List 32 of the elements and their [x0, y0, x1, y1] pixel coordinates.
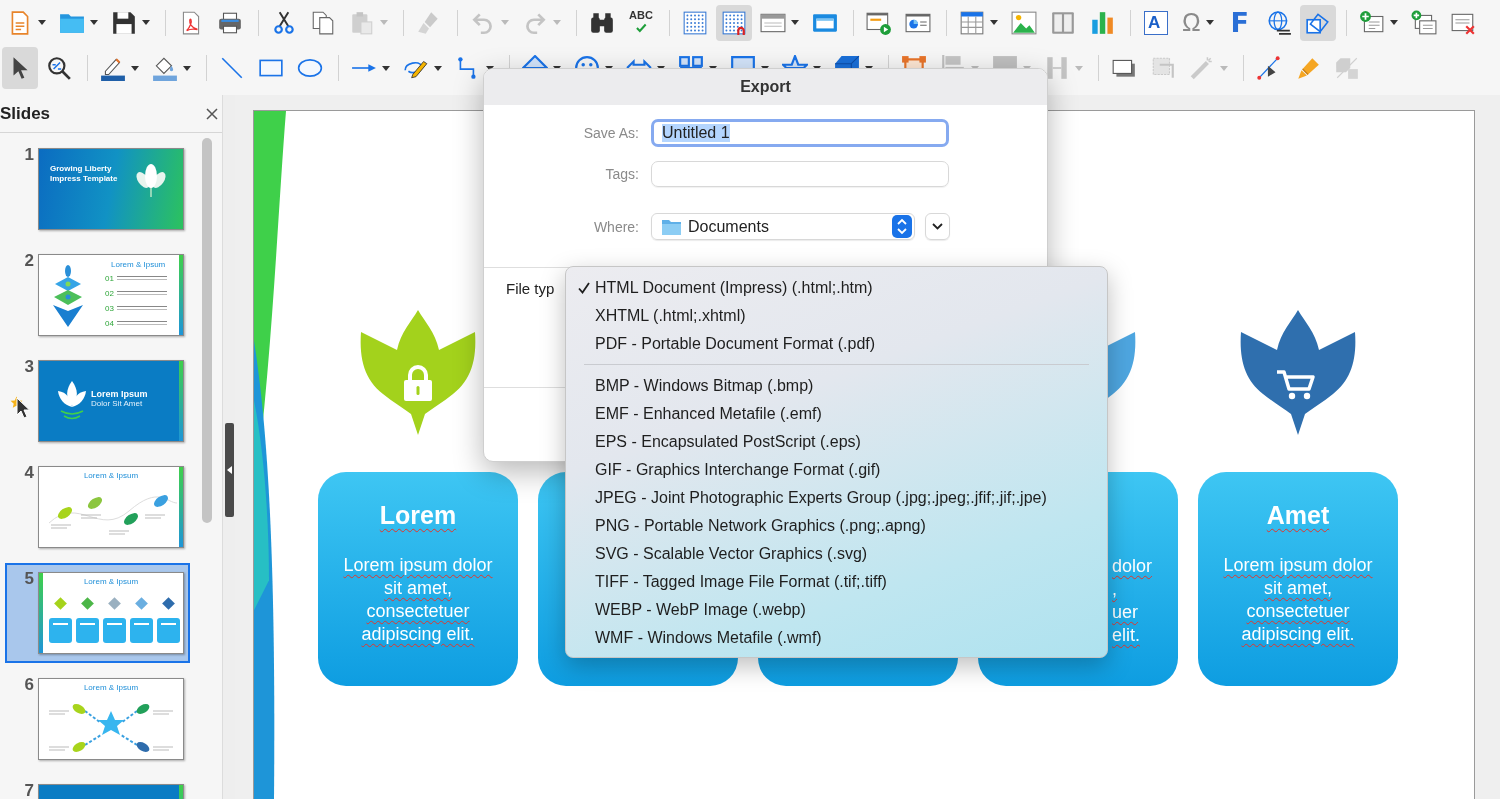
slide-number: 6: [24, 676, 34, 694]
slide-subtitle: Dolor Sit Amet: [91, 399, 144, 409]
card-text-fragment: elit.: [1112, 624, 1140, 647]
slide-number: 5: [24, 570, 34, 588]
card-text: Lorem ipsum dolor sit amet, consectetuer adipiscing elit.: [342, 554, 494, 646]
item-number: 03: [105, 304, 114, 313]
dialog-title: Export: [484, 69, 1047, 105]
slide-title: Growing Liberty Impress Template: [50, 164, 119, 184]
card-title: Lorem: [378, 500, 458, 530]
field-label: Save As:: [582, 125, 639, 141]
field-label: Tags:: [604, 166, 639, 182]
card-text-fragment: ,: [1112, 578, 1117, 601]
card-title: Amet: [1265, 500, 1331, 530]
slide-title: Lorem & Ipsum: [83, 577, 139, 586]
field-label: File typ: [506, 280, 555, 297]
panel-title: Slides: [0, 103, 51, 124]
card-text-fragment: dolor: [1112, 555, 1153, 578]
slide-number: 3: [24, 358, 34, 376]
slide-number: 2: [24, 252, 34, 270]
item-number: 01: [105, 274, 114, 283]
slide-number: 7: [24, 782, 34, 799]
item-number: 02: [105, 289, 114, 298]
slide-number: 4: [24, 464, 34, 482]
slide-title: Lorem & Ipsum: [83, 683, 139, 692]
card-text-fragment: uer: [1112, 601, 1138, 624]
item-number: 04: [105, 319, 114, 328]
card-text: Lorem ipsum dolor sit amet, consectetuer adipiscing elit.: [1222, 554, 1374, 646]
slide-title: Lorem Ipsum: [91, 389, 148, 399]
slide-title: Lorem & Ipsum: [111, 260, 167, 269]
field-label: Where:: [592, 218, 639, 235]
slide-number: 1: [24, 146, 34, 164]
slide-title: Lorem & Ipsum: [83, 471, 139, 480]
